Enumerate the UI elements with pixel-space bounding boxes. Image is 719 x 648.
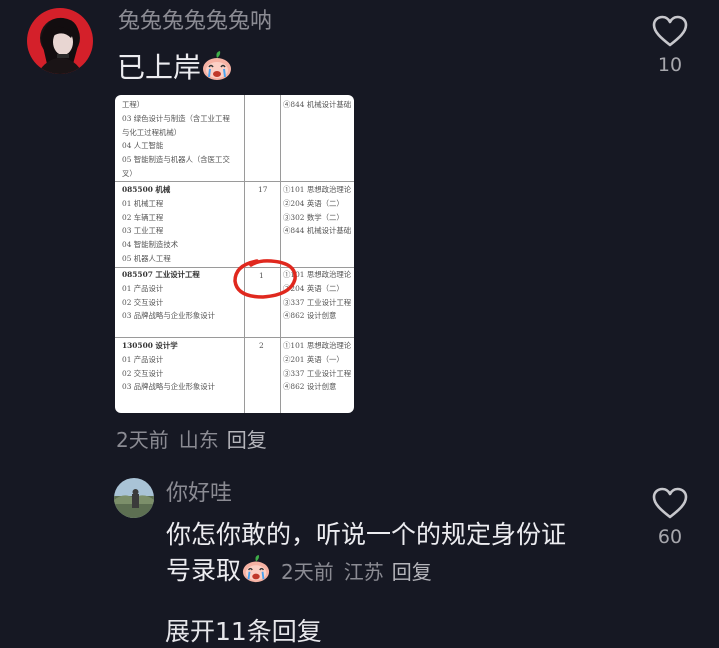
like-count: 60 <box>657 526 683 548</box>
reply-text-line-2-body: 号录取 <box>166 556 242 585</box>
quota-mechanical: 17 <box>258 185 268 194</box>
reply-time: 2天前 <box>281 560 334 584</box>
comment-text: 已上岸 <box>117 50 233 90</box>
quota-design: 2 <box>259 341 264 350</box>
heart-icon[interactable] <box>651 14 689 48</box>
reply-meta: 2天前 江苏 回复 <box>281 560 432 584</box>
reply-reply-button[interactable]: 回复 <box>392 560 432 584</box>
heart-icon[interactable] <box>651 486 689 520</box>
exams-design: ①101 思想政治理论 ②201 英语（一） ③337 工业设计工程 ④862 … <box>283 341 352 392</box>
section-industrial-design: 085507 工业设计工程 01 产品设计 02 交互设计 03 品牌战略与企业… <box>122 270 216 321</box>
attached-image[interactable]: 工程） 03 绿色设计与制造（含工业工程 与化工过程机械） 04 人工智能 05… <box>115 95 354 413</box>
top-exam: ④844 机械设计基础 <box>283 100 352 109</box>
replier-username[interactable]: 你好哇 <box>166 481 232 507</box>
top-directions: 工程） 03 绿色设计与制造（含工业工程 与化工过程机械） 04 人工智能 05… <box>122 100 230 178</box>
comment-location: 山东 <box>178 428 219 452</box>
commenter-username[interactable]: 兔兔兔兔兔兔呐 <box>118 9 272 35</box>
section-design: 130500 设计学 01 产品设计 02 交互设计 03 品牌战略与企业形象设… <box>122 341 216 392</box>
comment-time: 2天前 <box>116 428 169 452</box>
expand-replies-button[interactable]: 展开11条回复 <box>165 612 322 648</box>
like-count: 10 <box>657 54 683 76</box>
crying-peach-emoji-icon <box>241 555 271 593</box>
replier-avatar[interactable] <box>114 478 154 518</box>
reply-text-line-1: 你怎你敢的，听说一个的规定身份证 <box>166 520 567 549</box>
comment-meta: 2天前 山东 回复 <box>116 428 267 452</box>
comment-reply-button[interactable]: 回复 <box>227 428 267 452</box>
reply-like[interactable]: 60 <box>645 486 695 548</box>
commenter-avatar[interactable] <box>27 8 93 74</box>
section-mechanical: 085500 机械 01 机械工程 02 车辆工程 03 工业工程 04 智能制… <box>122 185 179 263</box>
reply-text-line-2: 号录取 2天前 江苏 回复 <box>166 553 566 593</box>
comment-like[interactable]: 10 <box>645 14 695 76</box>
reply-text: 你怎你敢的，听说一个的规定身份证 号录取 2天前 江苏 回复 <box>166 517 566 593</box>
comment-text-body: 已上岸 <box>117 51 202 84</box>
reply-location: 江苏 <box>343 560 384 584</box>
highlight-circle <box>233 259 297 299</box>
crying-peach-emoji-icon <box>201 51 233 90</box>
exams-mechanical: ①101 思想政治理论 ②204 英语（二） ③302 数学（二） ④844 机… <box>283 185 352 236</box>
